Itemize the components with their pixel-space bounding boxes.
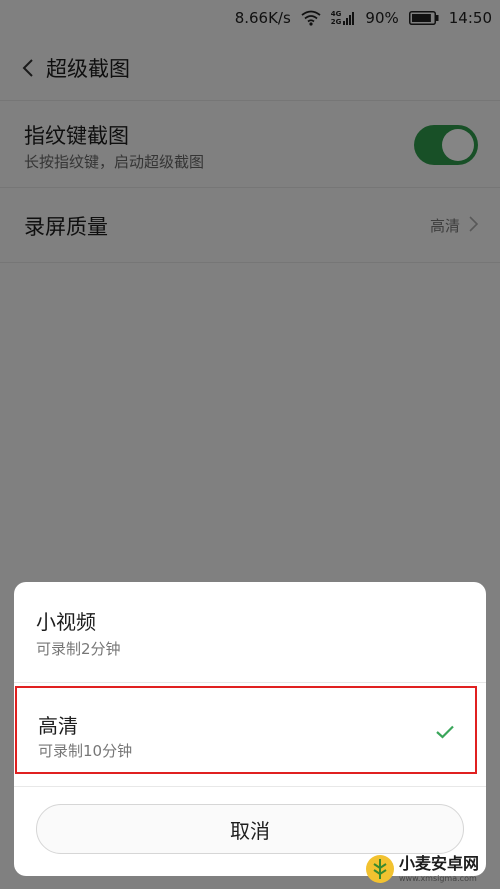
watermark-main: 小麦安卓网	[399, 853, 480, 873]
watermark: 小麦安卓网 www.xmsigma.com	[365, 852, 497, 886]
option-subtitle: 可录制10分钟	[38, 742, 133, 760]
option-subtitle: 可录制2分钟	[36, 640, 121, 658]
record-quality-sheet: 小视频 可录制2分钟 高清 可录制10分钟 取消	[14, 582, 486, 876]
option-hd[interactable]: 高清 可录制10分钟	[15, 686, 477, 774]
option-title: 小视频	[36, 610, 96, 634]
watermark-logo-icon	[366, 855, 394, 883]
divider	[14, 682, 486, 683]
watermark-text: 小麦安卓网 www.xmsigma.com	[399, 853, 480, 883]
divider	[14, 786, 486, 787]
checkmark-icon	[436, 725, 454, 739]
option-title: 高清	[38, 714, 78, 738]
option-small-video[interactable]: 小视频 可录制2分钟	[14, 582, 486, 682]
watermark-url: www.xmsigma.com	[399, 873, 477, 883]
cancel-button[interactable]: 取消	[36, 804, 464, 854]
